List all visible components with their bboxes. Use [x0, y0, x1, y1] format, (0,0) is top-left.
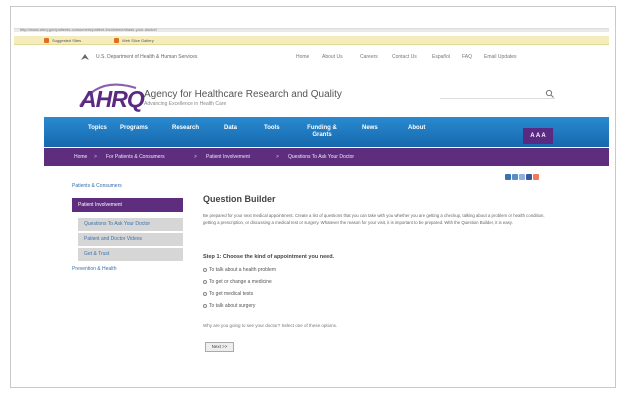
- top-link-about[interactable]: About Us: [322, 53, 343, 62]
- ahrq-logo[interactable]: AHRQ: [80, 86, 145, 112]
- breadcrumb-current-page: Questions To Ask Your Doctor: [288, 154, 355, 160]
- nav-funding-grants[interactable]: Funding & Grants: [302, 125, 342, 139]
- nav-about[interactable]: About: [408, 125, 425, 132]
- top-link-careers[interactable]: Careers: [360, 53, 378, 62]
- eagle-icon: [80, 52, 90, 62]
- nav-data[interactable]: Data: [224, 125, 237, 132]
- breadcrumb-separator: >: [276, 154, 279, 160]
- option-label: To talk about surgery: [209, 303, 256, 309]
- nav-topics[interactable]: Topics: [88, 125, 107, 132]
- top-link-faq[interactable]: FAQ: [462, 53, 472, 62]
- agency-name: Agency for Healthcare Research and Quali…: [144, 89, 342, 100]
- sidebar-item-patient-involvement[interactable]: Patient Involvement: [72, 198, 183, 212]
- step-heading: Step 1: Choose the kind of appointment y…: [203, 254, 335, 260]
- option-label: To talk about a health problem: [209, 267, 276, 273]
- twitter-icon[interactable]: [533, 174, 539, 180]
- breadcrumb-separator: >: [194, 154, 197, 160]
- radio-button[interactable]: [203, 303, 207, 308]
- sidebar-heading[interactable]: Patients & Consumers: [72, 183, 122, 189]
- radio-button[interactable]: [203, 267, 207, 272]
- why-prompt: Why are you going to see your doctor? Se…: [203, 323, 338, 328]
- intro-paragraph: Be prepared for your next medical appoin…: [203, 213, 545, 225]
- address-bar[interactable]: http://www.ahrq.gov/patients-consumers/p…: [14, 27, 609, 32]
- option-label: To get medical tests: [209, 291, 254, 297]
- nav-programs[interactable]: Programs: [120, 125, 148, 132]
- top-link-home[interactable]: Home: [296, 53, 309, 62]
- text-size-button[interactable]: A A A: [523, 128, 553, 144]
- option-medicine[interactable]: To get or change a medicine: [203, 278, 272, 286]
- favorites-bar: Suggested Sites Web Slice Gallery: [14, 36, 609, 45]
- breadcrumb-patients-consumers[interactable]: For Patients & Consumers: [106, 153, 165, 161]
- option-health-problem[interactable]: To talk about a health problem: [203, 266, 276, 274]
- sidebar-subitem-questions[interactable]: Questions To Ask Your Doctor: [78, 218, 183, 231]
- top-link-contact[interactable]: Contact Us: [392, 53, 417, 62]
- share-icon[interactable]: [505, 174, 511, 180]
- print-icon[interactable]: [512, 174, 518, 180]
- agency-tagline: Advancing Excellence in Health Care: [144, 101, 227, 107]
- sidebar-subitem-get-trust[interactable]: Get & Trust: [78, 248, 183, 261]
- nav-research[interactable]: Research: [172, 125, 199, 132]
- breadcrumb-patient-involvement[interactable]: Patient Involvement: [206, 153, 250, 161]
- nav-news[interactable]: News: [362, 125, 378, 132]
- screenshot-frame: [10, 6, 616, 388]
- search-box: [440, 84, 555, 99]
- breadcrumb-separator: >: [94, 154, 97, 160]
- nav-tools[interactable]: Tools: [264, 125, 280, 132]
- option-medical-tests[interactable]: To get medical tests: [203, 290, 253, 298]
- email-icon[interactable]: [519, 174, 525, 180]
- breadcrumb-home[interactable]: Home: [74, 153, 87, 161]
- radio-button[interactable]: [203, 279, 207, 284]
- sidebar-subitem-videos[interactable]: Patient and Doctor Videos: [78, 233, 183, 246]
- favorite-web-slice-gallery[interactable]: Web Slice Gallery: [114, 37, 154, 44]
- option-label: To get or change a medicine: [209, 279, 272, 285]
- favorite-suggested-sites[interactable]: Suggested Sites: [44, 37, 81, 44]
- page-title: Question Builder: [203, 194, 276, 204]
- address-url: http://www.ahrq.gov/patients-consumers/p…: [20, 27, 157, 32]
- radio-button[interactable]: [203, 291, 207, 296]
- next-button[interactable]: Next >>: [205, 342, 234, 352]
- search-icon[interactable]: [545, 86, 555, 98]
- sidebar-item-prevention[interactable]: Prevention & Health: [72, 266, 116, 272]
- breadcrumb: Home > For Patients & Consumers > Patien…: [44, 148, 609, 166]
- option-surgery[interactable]: To talk about surgery: [203, 302, 255, 310]
- hhs-link[interactable]: U.S. Department of Health & Human Servic…: [96, 53, 197, 62]
- facebook-icon[interactable]: [526, 174, 532, 180]
- top-link-espanol[interactable]: Español: [432, 53, 450, 62]
- search-input[interactable]: [440, 84, 540, 98]
- top-link-email-updates[interactable]: Email Updates: [484, 53, 517, 62]
